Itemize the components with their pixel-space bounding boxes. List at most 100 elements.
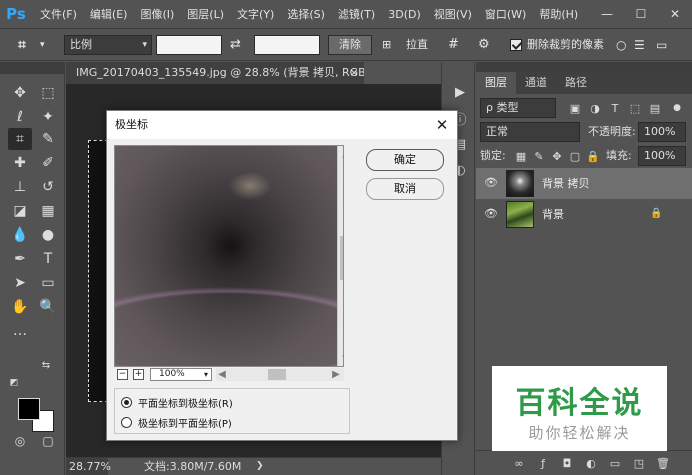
- fill-input[interactable]: 100%: [638, 146, 686, 166]
- preview-vertical-scrollbar[interactable]: ▲ ▼: [337, 146, 343, 366]
- ok-button[interactable]: 确定: [366, 149, 444, 171]
- radio-polar-to-rect[interactable]: [121, 416, 132, 428]
- filter-pixel-icon[interactable]: ▣: [568, 101, 582, 115]
- gradient-tool-icon[interactable]: ▦: [36, 200, 60, 222]
- quick-mask-icon[interactable]: ◎: [8, 430, 32, 452]
- scroll-down-icon[interactable]: ▼: [338, 354, 343, 365]
- straighten-icon[interactable]: ⊞: [382, 35, 391, 55]
- arrange-icon[interactable]: ☰: [634, 35, 645, 55]
- menu-help[interactable]: 帮助(H): [539, 6, 578, 22]
- layer-row-background-copy[interactable]: 👁 背景 拷贝: [476, 168, 692, 199]
- swap-colors-icon[interactable]: ⇆: [36, 358, 56, 372]
- filter-smart-object-icon[interactable]: ▤: [648, 101, 662, 115]
- preview-zoom-select[interactable]: 100% ▾: [150, 368, 212, 381]
- dodge-tool-icon[interactable]: ●: [36, 224, 60, 246]
- add-mask-icon[interactable]: ◘: [560, 456, 574, 470]
- foreground-color-swatch[interactable]: [18, 398, 40, 420]
- filter-preview[interactable]: ▲ ▼: [114, 145, 344, 367]
- brush-tool-icon[interactable]: ✐: [36, 152, 60, 174]
- hand-tool-icon[interactable]: ✋: [8, 296, 32, 318]
- lock-artboard-icon[interactable]: ▢: [568, 149, 582, 163]
- maximize-button[interactable]: ☐: [624, 0, 658, 28]
- filter-toggle-icon[interactable]: ●: [670, 101, 684, 115]
- crop-tool-icon[interactable]: ⌗: [8, 128, 32, 150]
- eye-icon[interactable]: 👁: [484, 208, 498, 220]
- grid-overlay-icon[interactable]: #: [448, 35, 459, 55]
- layer-filter-select[interactable]: ρ 类型: [480, 98, 556, 118]
- new-adjustment-icon[interactable]: ◐: [584, 456, 598, 470]
- minimize-button[interactable]: —: [590, 0, 624, 28]
- menu-3d[interactable]: 3D(D): [388, 8, 421, 21]
- menu-type[interactable]: 文字(Y): [237, 6, 274, 22]
- lasso-tool-icon[interactable]: ℓ: [8, 106, 32, 128]
- option-rect-to-polar[interactable]: 平面坐标到极坐标(R): [121, 393, 233, 411]
- scroll-right-icon[interactable]: ▶: [330, 368, 342, 381]
- menu-layer[interactable]: 图层(L): [187, 6, 224, 22]
- more-tools-icon[interactable]: …: [8, 320, 32, 342]
- blur-tool-icon[interactable]: 💧: [8, 224, 32, 246]
- new-layer-icon[interactable]: ◳: [632, 456, 646, 470]
- path-selection-tool-icon[interactable]: ➤: [8, 272, 32, 294]
- vertical-scroll-thumb[interactable]: [340, 236, 343, 280]
- menu-view[interactable]: 视图(V): [434, 6, 472, 22]
- height-input[interactable]: [254, 35, 320, 55]
- status-menu-arrow-icon[interactable]: ❯: [256, 458, 264, 475]
- straighten-label[interactable]: 拉直: [406, 35, 428, 55]
- radio-rect-to-polar[interactable]: [121, 396, 132, 408]
- menu-file[interactable]: 文件(F): [40, 6, 77, 22]
- horizontal-scroll-thumb[interactable]: [268, 369, 286, 380]
- clone-stamp-tool-icon[interactable]: ⊥: [8, 176, 32, 198]
- crop-tool-preset-icon[interactable]: ⌗: [18, 35, 26, 55]
- eraser-tool-icon[interactable]: ◪: [8, 200, 32, 222]
- workspace-icon[interactable]: ▭: [656, 35, 667, 55]
- preview-horizontal-scrollbar[interactable]: ◀ ▶: [216, 368, 344, 381]
- lock-transparent-icon[interactable]: ▦: [514, 149, 528, 163]
- zoom-out-button[interactable]: −: [117, 369, 128, 380]
- screen-mode-icon[interactable]: ▢: [36, 430, 60, 452]
- magic-wand-tool-icon[interactable]: ✦: [36, 106, 60, 128]
- menu-filter[interactable]: 滤镜(T): [338, 6, 375, 22]
- marquee-tool-icon[interactable]: ⬚: [36, 82, 60, 104]
- clear-button[interactable]: 清除: [328, 35, 372, 55]
- history-brush-tool-icon[interactable]: ↺: [36, 176, 60, 198]
- blend-mode-select[interactable]: 正常: [480, 122, 580, 142]
- zoom-tool-icon[interactable]: 🔍: [36, 296, 60, 318]
- eye-icon[interactable]: 👁: [484, 177, 498, 189]
- menu-window[interactable]: 窗口(W): [485, 6, 526, 22]
- zoom-level-field[interactable]: 28.77%: [66, 458, 111, 475]
- delete-layer-icon[interactable]: 🗑: [656, 456, 670, 470]
- layer-name[interactable]: 背景 拷贝: [542, 168, 590, 199]
- content-aware-icon[interactable]: ○: [616, 35, 626, 55]
- eyedropper-tool-icon[interactable]: ✎: [36, 128, 60, 150]
- pen-tool-icon[interactable]: ✒: [8, 248, 32, 270]
- scroll-left-icon[interactable]: ◀: [216, 368, 228, 381]
- layer-row-background[interactable]: 👁 背景 🔒: [476, 199, 692, 230]
- layer-name[interactable]: 背景: [542, 199, 564, 230]
- menu-edit[interactable]: 编辑(E): [90, 6, 128, 22]
- type-tool-icon[interactable]: T: [36, 248, 60, 270]
- opacity-input[interactable]: 100%: [638, 122, 686, 142]
- menu-image[interactable]: 图像(I): [140, 6, 174, 22]
- option-polar-to-rect[interactable]: 极坐标到平面坐标(P): [121, 413, 232, 431]
- default-colors-icon[interactable]: ◩: [6, 376, 22, 390]
- width-input[interactable]: [156, 35, 222, 55]
- link-layers-icon[interactable]: ∞: [512, 456, 526, 470]
- tab-paths[interactable]: 路径: [556, 72, 596, 94]
- move-tool-icon[interactable]: ✥: [8, 82, 32, 104]
- scroll-up-icon[interactable]: ▲: [338, 148, 343, 159]
- document-tab-close-icon[interactable]: ×: [346, 62, 362, 84]
- ratio-select[interactable]: 比例 ▾: [64, 35, 152, 55]
- lock-position-icon[interactable]: ✥: [550, 149, 564, 163]
- lock-all-icon[interactable]: 🔒: [586, 149, 600, 163]
- close-window-button[interactable]: ✕: [658, 0, 692, 28]
- gear-icon[interactable]: ⚙: [478, 35, 490, 55]
- delete-cropped-checkbox[interactable]: [510, 39, 522, 51]
- swap-dimensions-icon[interactable]: ⇄: [230, 35, 241, 55]
- history-panel-icon[interactable]: ▶: [450, 82, 470, 102]
- filter-shape-icon[interactable]: ⬚: [628, 101, 642, 115]
- cancel-button[interactable]: 取消: [366, 178, 444, 200]
- layer-style-icon[interactable]: ƒ: [536, 456, 550, 470]
- document-tab[interactable]: IMG_20170403_135549.jpg @ 28.8% (背景 拷贝, …: [66, 62, 364, 84]
- preset-dropdown-icon[interactable]: ▾: [40, 35, 45, 55]
- dialog-close-icon[interactable]: ✕: [427, 111, 457, 139]
